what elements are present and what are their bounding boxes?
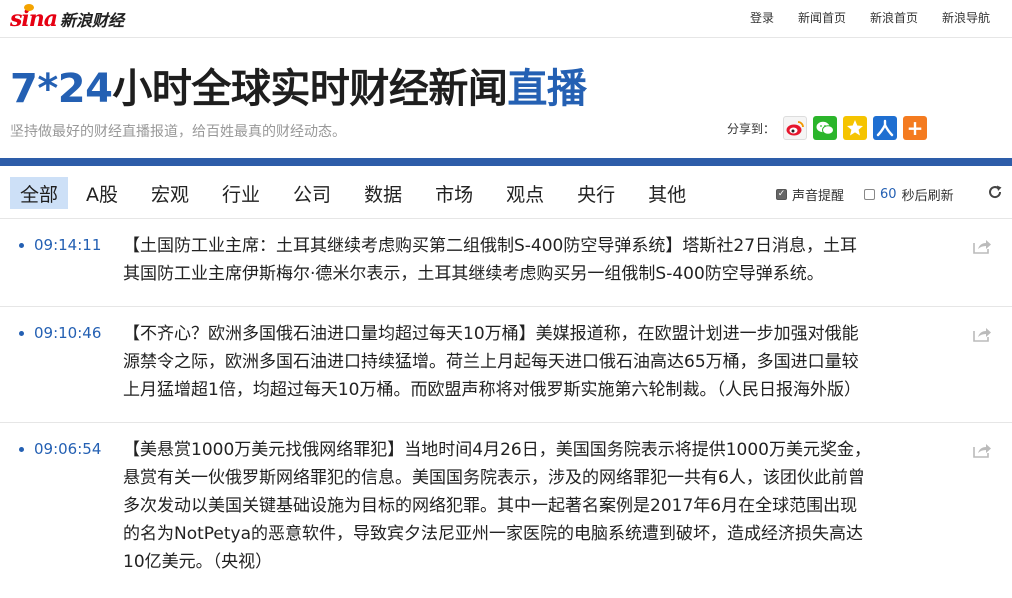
more-share-icon[interactable]: + bbox=[903, 116, 928, 140]
news-home-link[interactable]: 新闻首页 bbox=[798, 9, 846, 26]
tab-central-bank[interactable]: 央行 bbox=[567, 177, 625, 209]
renren-share-icon[interactable] bbox=[873, 116, 898, 140]
page-subtitle: 坚持做最好的财经直播报道，给百姓最真的财经动态。 bbox=[10, 124, 346, 140]
tab-industry[interactable]: 行业 bbox=[212, 177, 270, 209]
news-line: 【不齐心？欧洲多国俄石油进口量均超过每天10万桶】美媒报道称，在欧盟计划进一步加… bbox=[123, 324, 859, 344]
auto-refresh-label: 秒后刷新 bbox=[901, 189, 954, 204]
tab-data[interactable]: 数据 bbox=[354, 177, 412, 209]
title-part-live: 直播 bbox=[507, 66, 587, 112]
title-part-724: 7*24 bbox=[10, 66, 113, 112]
news-line: 的名为NotPetya的恶意软件，导致宾夕法尼亚州一家医院的电脑系统遭到破坏，造… bbox=[123, 524, 864, 544]
news-line: 源禁令之际，欧洲多国石油进口持续猛增。荷兰上月起每天进口俄石油高达65万桶，多国… bbox=[123, 352, 859, 372]
news-line: 10亿美元。（央视） bbox=[123, 552, 273, 572]
news-line: 上月猛增超1倍，均超过每天10万桶。而欧盟声称将对俄罗斯实施第六轮制裁。（人民日… bbox=[123, 380, 861, 400]
timeline-dot bbox=[19, 331, 24, 336]
tab-market[interactable]: 市场 bbox=[425, 177, 483, 209]
tab-opinion[interactable]: 观点 bbox=[496, 177, 554, 209]
refresh-icon[interactable] bbox=[987, 184, 1003, 200]
tab-macro[interactable]: 宏观 bbox=[141, 177, 199, 209]
auto-refresh-checkbox[interactable] bbox=[864, 189, 876, 200]
news-line: 悬赏有关一伙俄罗斯网络罪犯的信息。美国国务院表示，涉及的网络罪犯一共有6人，该团… bbox=[123, 468, 865, 488]
news-divider bbox=[0, 422, 1012, 423]
title-part-main: 小时全球实时财经新闻 bbox=[112, 66, 508, 112]
sina-logo[interactable]: sina 新浪财经 bbox=[10, 4, 125, 32]
sina-home-link[interactable]: 新浪首页 bbox=[870, 9, 918, 26]
refresh-seconds: 60 bbox=[880, 187, 897, 202]
qzone-share-icon[interactable] bbox=[843, 116, 868, 140]
news-text[interactable]: 【美悬赏1000万美元找俄网络罪犯】当地时间4月26日，美国国务院表示将提供10… bbox=[123, 436, 913, 576]
top-links: 登录 新闻首页 新浪首页 新浪导航 bbox=[750, 9, 990, 26]
news-text[interactable]: 【不齐心？欧洲多国俄石油进口量均超过每天10万桶】美媒报道称，在欧盟计划进一步加… bbox=[123, 320, 913, 404]
news-line: 【土国防工业主席：土耳其继续考虑购买第二组俄制S-400防空导弹系统】塔斯社27… bbox=[123, 236, 858, 256]
weibo-share-icon[interactable] bbox=[783, 116, 808, 140]
wechat-share-icon[interactable] bbox=[813, 116, 838, 140]
tab-a-shares[interactable]: A股 bbox=[76, 177, 128, 209]
logo-wordmark: sina bbox=[10, 6, 58, 32]
news-share-icon[interactable] bbox=[972, 237, 992, 255]
sound-alert-toggle[interactable]: ✓ 声音提醒 bbox=[776, 185, 844, 204]
sina-eye-icon bbox=[24, 4, 34, 11]
news-divider bbox=[0, 306, 1012, 307]
share-label: 分享到： bbox=[727, 121, 776, 136]
page-title: 7*24小时全球实时财经新闻直播 bbox=[10, 56, 587, 114]
tabs-divider bbox=[0, 218, 1012, 219]
news-line: 其国防工业主席伊斯梅尔·德米尔表示，土耳其继续考虑购买另一组俄制S-400防空导… bbox=[123, 264, 824, 284]
tab-all[interactable]: 全部 bbox=[10, 177, 69, 209]
sina-logo-mark: sina bbox=[10, 4, 58, 32]
share-bar: 分享到： + bbox=[727, 116, 933, 140]
sound-alert-checkbox[interactable]: ✓ bbox=[776, 189, 787, 200]
tab-company[interactable]: 公司 bbox=[283, 177, 341, 209]
sina-nav-link[interactable]: 新浪导航 bbox=[942, 9, 990, 26]
category-tabs: 全部 A股 宏观 行业 公司 数据 市场 观点 央行 其他 bbox=[10, 177, 709, 209]
feed-options: ✓ 声音提醒 60 秒后刷新 bbox=[776, 185, 974, 204]
news-time: 09:06:54 bbox=[34, 440, 102, 458]
timeline-dot bbox=[19, 243, 24, 248]
sound-alert-label: 声音提醒 bbox=[792, 189, 845, 204]
news-time: 09:14:11 bbox=[34, 236, 102, 254]
top-bar: sina 新浪财经 登录 新闻首页 新浪首页 新浪导航 bbox=[0, 0, 1012, 38]
news-share-icon[interactable] bbox=[972, 441, 992, 459]
news-line: 多次发动以美国关键基础设施为目标的网络犯罪。其中一起著名案例是2017年6月在全… bbox=[123, 496, 858, 516]
news-share-icon[interactable] bbox=[972, 325, 992, 343]
brand-name: 新浪财经 bbox=[60, 11, 125, 30]
auto-refresh-toggle[interactable]: 60 秒后刷新 bbox=[864, 185, 954, 204]
news-time: 09:10:46 bbox=[34, 324, 102, 342]
login-link[interactable]: 登录 bbox=[750, 9, 774, 26]
tab-other[interactable]: 其他 bbox=[638, 177, 696, 209]
news-text[interactable]: 【土国防工业主席：土耳其继续考虑购买第二组俄制S-400防空导弹系统】塔斯社27… bbox=[123, 232, 913, 288]
news-line: 【美悬赏1000万美元找俄网络罪犯】当地时间4月26日，美国国务院表示将提供10… bbox=[123, 440, 871, 460]
timeline-dot bbox=[19, 447, 24, 452]
header-divider bbox=[0, 158, 1012, 166]
